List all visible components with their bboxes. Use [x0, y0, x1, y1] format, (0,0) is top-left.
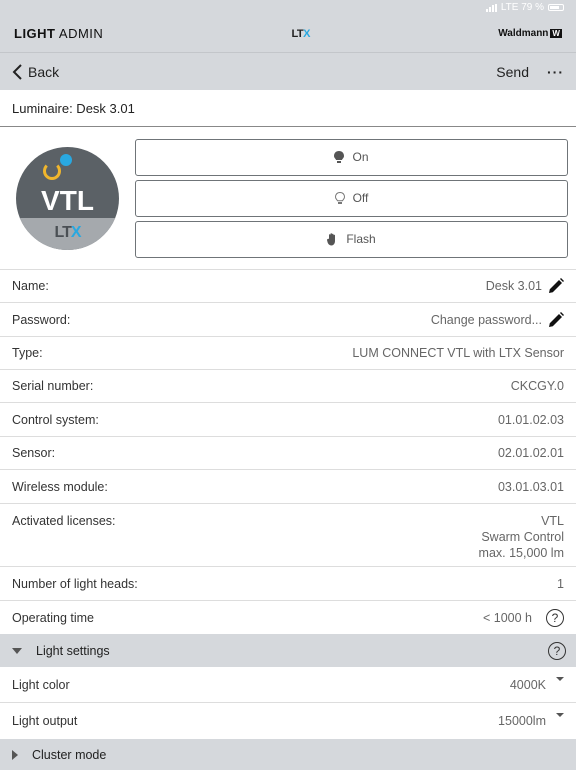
control-system-value: 01.01.02.03 [497, 412, 564, 427]
serial-row: Serial number: CKCGY.0 [0, 370, 576, 403]
bulb-outline-icon [334, 191, 345, 204]
luminaire-title: Luminaire: Desk 3.01 [0, 90, 576, 127]
type-label: Type: [12, 346, 43, 360]
luminaire-header: VTL LTX On Off Flash [0, 127, 576, 270]
dropdown-caret-icon [556, 713, 564, 717]
signal-icon [485, 3, 497, 12]
help-icon[interactable]: ? [546, 608, 564, 627]
serial-value: CKCGY.0 [510, 379, 564, 393]
help-icon[interactable]: ? [548, 641, 566, 660]
change-password-link[interactable]: Change password... [431, 313, 542, 327]
operating-time-value: < 1000 h [482, 610, 532, 625]
network-status: LTE 79 % [500, 2, 544, 13]
operating-time-row: Operating time < 1000 h ? [0, 601, 576, 634]
back-label: Back [28, 63, 60, 80]
sensor-ring-icon [43, 161, 61, 180]
light-color-row[interactable]: Light color 4000K [0, 667, 576, 703]
pencil-icon[interactable] [548, 278, 564, 294]
cluster-mode-title: Cluster mode [32, 747, 107, 762]
on-label: On [352, 150, 369, 164]
license-item: Swarm Control [481, 530, 564, 544]
control-system-row: Control system: 01.01.02.03 [0, 403, 576, 437]
sensor-dot-icon [60, 153, 72, 166]
operating-time-label: Operating time [12, 610, 94, 625]
name-value: Desk 3.01 [485, 279, 542, 293]
more-options-button[interactable]: ··· [547, 64, 564, 80]
flash-button[interactable]: Flash [135, 220, 568, 258]
type-row: Type: LUM CONNECT VTL with LTX Sensor [0, 337, 576, 370]
serial-label: Serial number: [12, 379, 94, 393]
name-label: Name: [12, 279, 49, 293]
product-badge: VTL LTX [16, 146, 119, 250]
light-color-label: Light color [12, 677, 70, 692]
light-output-label: Light output [12, 714, 78, 728]
badge-ltx-text: LTX [54, 223, 81, 241]
wireless-module-label: Wireless module: [12, 479, 108, 494]
light-output-row[interactable]: Light output 15000lm [0, 703, 576, 739]
wireless-module-row: Wireless module: 03.01.03.01 [0, 470, 576, 504]
off-label: Off [352, 191, 369, 205]
bulb-filled-icon [334, 150, 345, 163]
brand-logo: Waldmann W [498, 28, 562, 39]
light-heads-label: Number of light heads: [12, 576, 138, 591]
ltx-logo: LTX [291, 27, 311, 40]
collapse-icon [12, 647, 22, 654]
light-color-select[interactable]: 4000K [510, 678, 546, 692]
off-button[interactable]: Off [135, 179, 568, 217]
pencil-icon[interactable] [548, 311, 564, 328]
light-output-select[interactable]: 15000lm [498, 714, 546, 728]
badge-vtl-text: VTL [41, 184, 94, 216]
licenses-label: Activated licenses: [12, 514, 116, 528]
dropdown-caret-icon [556, 676, 564, 681]
cluster-mode-header[interactable]: Cluster mode [0, 739, 576, 770]
expand-icon [12, 749, 18, 760]
license-item: max. 15,000 lm [478, 546, 564, 560]
battery-icon [548, 4, 564, 11]
sensor-value: 02.01.02.01 [497, 446, 564, 460]
status-bar: LTE 79 % [0, 0, 576, 15]
send-button[interactable]: Send [496, 64, 529, 80]
type-value: LUM CONNECT VTL with LTX Sensor [352, 346, 564, 360]
flash-label: Flash [346, 232, 376, 246]
licenses-row: Activated licenses: VTL Swarm Control ma… [0, 504, 576, 567]
light-settings-title: Light settings [36, 643, 110, 658]
back-button[interactable]: Back [12, 64, 59, 80]
chevron-left-icon [12, 63, 22, 80]
control-system-label: Control system: [12, 412, 99, 427]
nav-bar: Back Send ··· [0, 53, 576, 90]
wireless-module-value: 03.01.03.01 [497, 479, 564, 494]
sensor-row: Sensor: 02.01.02.01 [0, 437, 576, 470]
app-bar: LIGHT ADMIN LTX Waldmann W [0, 15, 576, 53]
light-settings-header[interactable]: Light settings ? [0, 634, 576, 667]
light-heads-value: 1 [557, 576, 564, 591]
password-row[interactable]: Password: Change password... [0, 303, 576, 337]
on-button[interactable]: On [135, 138, 568, 176]
password-label: Password: [12, 312, 71, 327]
light-heads-row: Number of light heads: 1 [0, 567, 576, 601]
name-row[interactable]: Name: Desk 3.01 [0, 270, 576, 303]
license-item: VTL [541, 514, 564, 528]
app-title: LIGHT ADMIN [14, 26, 104, 41]
hand-icon [327, 232, 336, 245]
sensor-label: Sensor: [12, 446, 56, 460]
